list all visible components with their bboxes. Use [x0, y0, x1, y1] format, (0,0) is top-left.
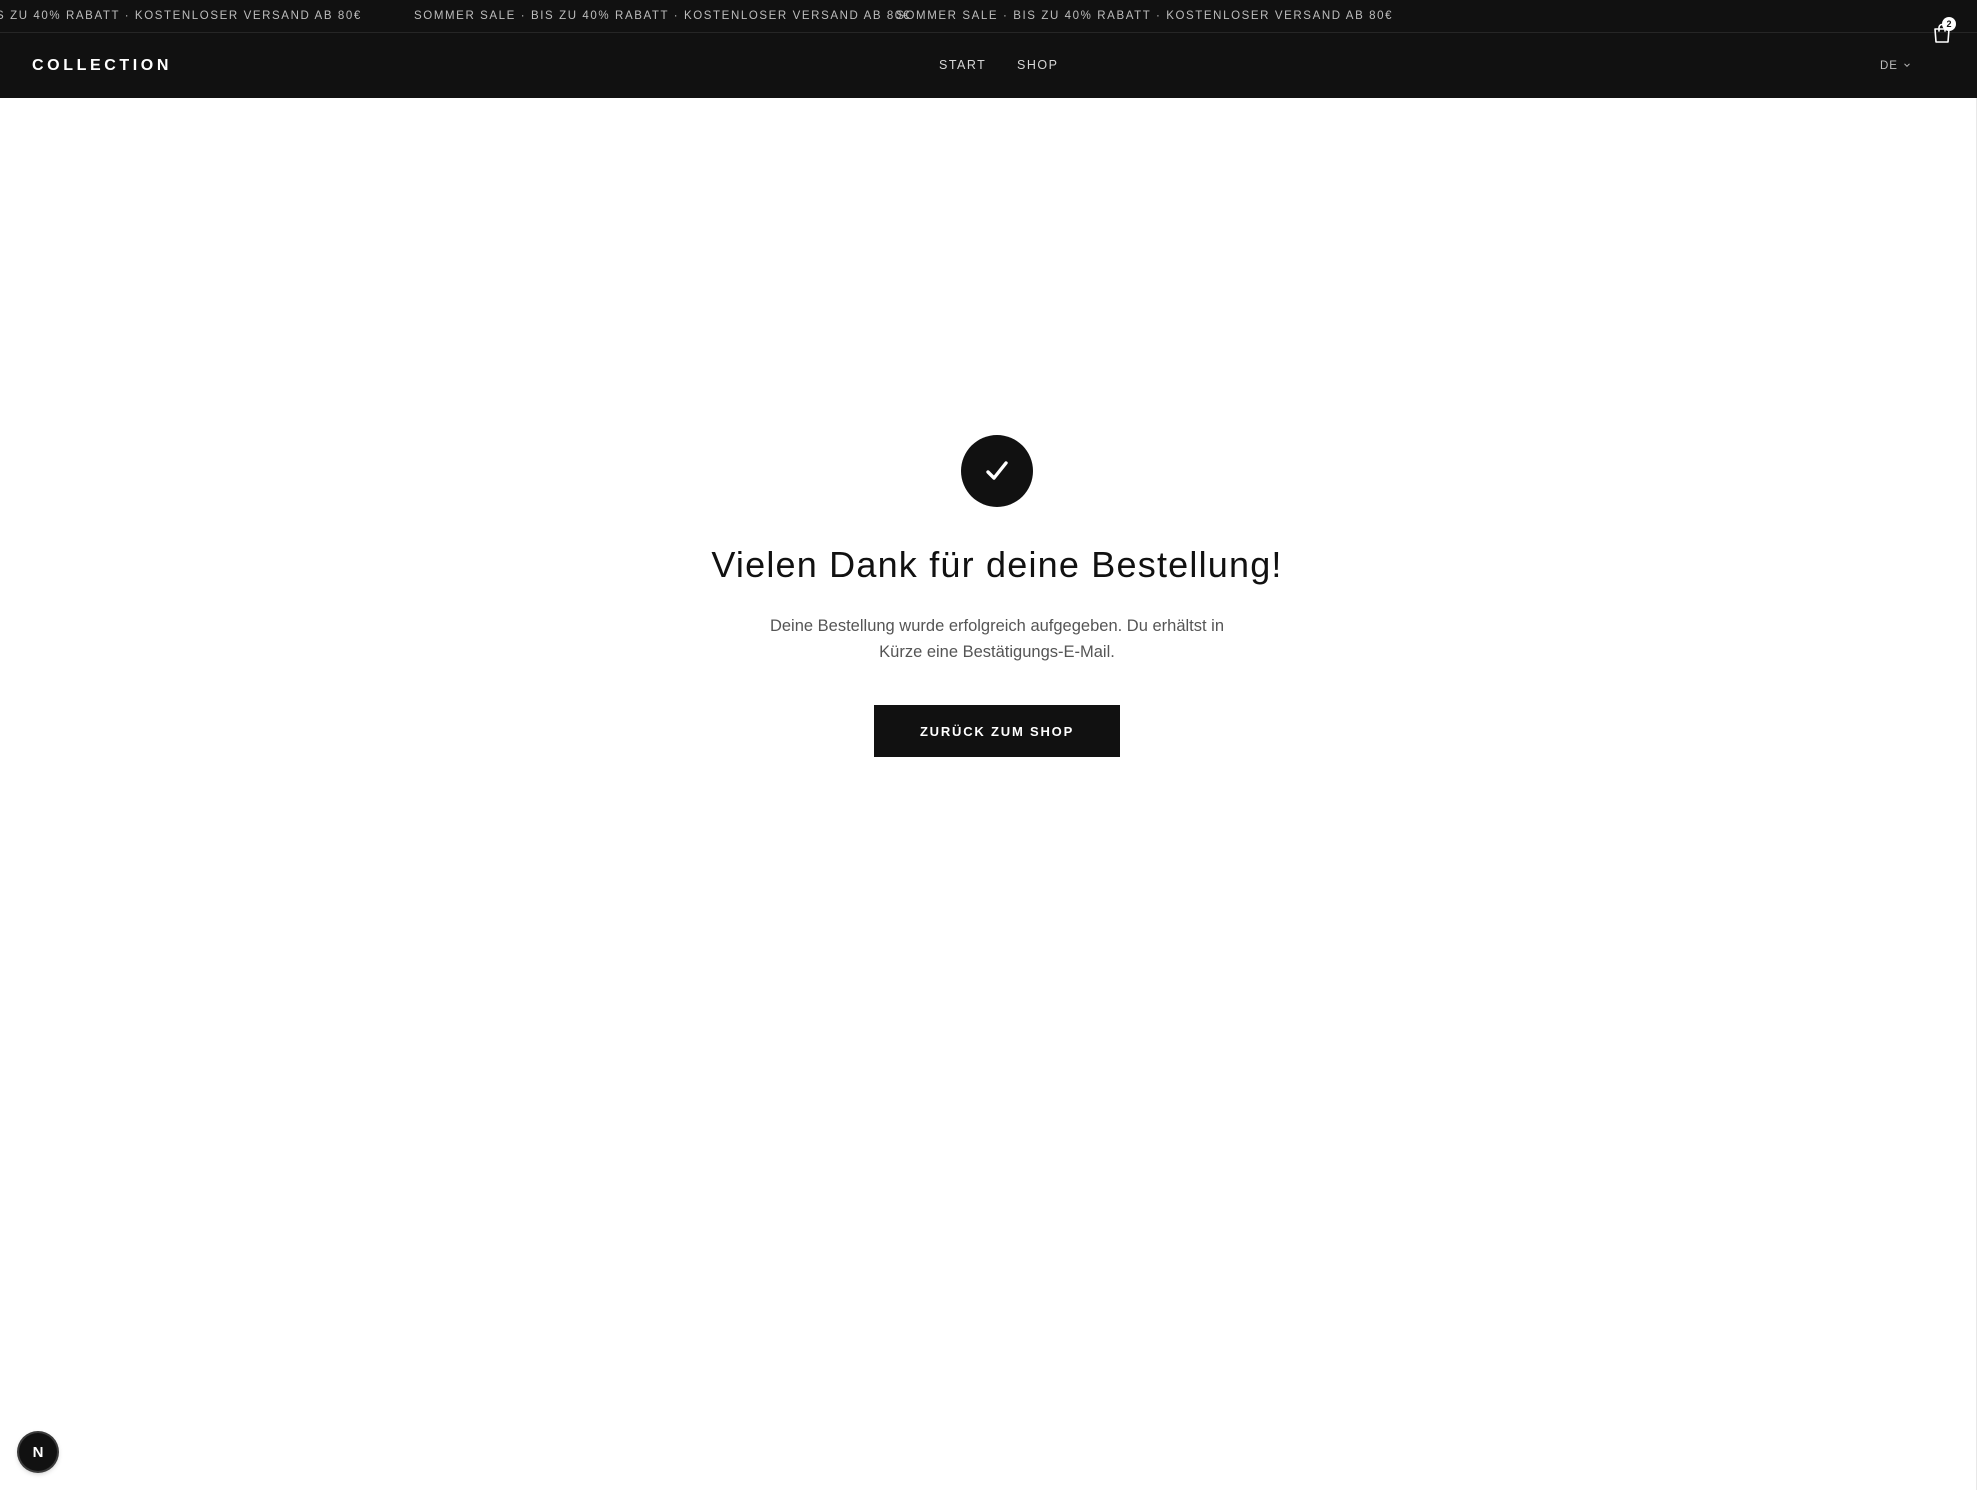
- logo[interactable]: COLLECTION: [32, 33, 172, 98]
- confirmation-message-line: Kürze eine Bestätigungs-E-Mail.: [879, 643, 1115, 661]
- nextjs-logo-icon: N: [32, 1443, 44, 1461]
- announcement-text: SOMMER SALE · BIS ZU 40% RABATT · KOSTEN…: [414, 10, 911, 22]
- check-icon: [986, 461, 1008, 480]
- announcement-bar: S ZU 40% RABATT · KOSTENLOSER VERSAND AB…: [0, 0, 1977, 33]
- nav-link-start[interactable]: START: [939, 33, 986, 98]
- language-selector[interactable]: DE: [1880, 33, 1910, 98]
- nav-link-shop[interactable]: SHOP: [1017, 33, 1058, 98]
- confirmation-message-line: Deine Bestellung wurde erfolgreich aufge…: [769, 617, 1225, 635]
- back-to-shop-button[interactable]: ZURÜCK ZUM SHOP: [874, 705, 1120, 757]
- chevron-down-icon: [1904, 62, 1910, 67]
- announcement-text: S ZU 40% RABATT · KOSTENLOSER VERSAND AB…: [0, 10, 362, 22]
- confirmation-message: Deine Bestellung wurde erfolgreich aufge…: [752, 613, 1242, 665]
- site-header: COLLECTION START SHOP DE: [0, 33, 1977, 98]
- announcement-text: · SOMMER SALE · BIS ZU 40% RABATT · KOST…: [886, 10, 1394, 22]
- language-label: DE: [1880, 59, 1898, 72]
- cart-count-badge: 2: [1942, 17, 1956, 31]
- nextjs-dev-indicator[interactable]: N: [19, 1433, 57, 1471]
- success-check-icon: [961, 435, 1033, 507]
- page-title: Vielen Dank für deine Bestellung!: [711, 544, 1283, 585]
